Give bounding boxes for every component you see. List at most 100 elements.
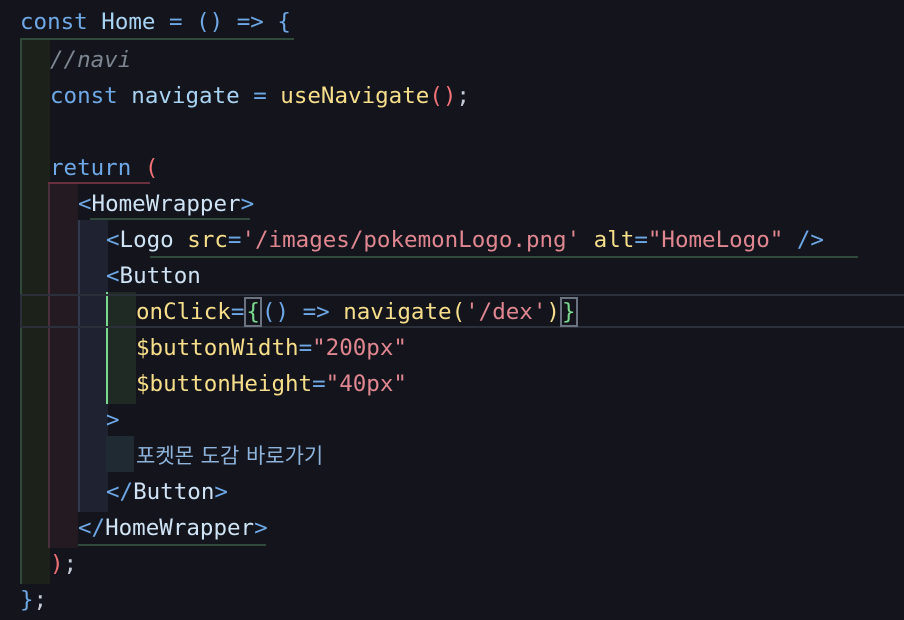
code-token: { xyxy=(277,9,291,35)
code-token: Button xyxy=(119,263,201,289)
code-token: </ xyxy=(78,515,106,541)
code-text: ); xyxy=(50,546,77,582)
code-token: </ xyxy=(106,479,134,505)
code-token: const xyxy=(50,83,118,109)
code-token: ( xyxy=(451,299,466,325)
code-token: ) xyxy=(50,551,64,577)
code-line-3[interactable]: const navigate = useNavigate(); xyxy=(0,78,904,114)
code-text: $buttonWidth="200px" xyxy=(136,330,407,366)
code-text: </Button> xyxy=(106,474,228,510)
code-token: > xyxy=(106,407,120,433)
code-token: HomeWrapper xyxy=(91,191,241,217)
code-token: () xyxy=(196,9,224,35)
code-token: src xyxy=(187,227,228,253)
code-line-16[interactable]: ); xyxy=(0,546,904,582)
code-token: "40px" xyxy=(325,371,407,397)
code-token: ) xyxy=(546,299,560,325)
code-text: <HomeWrapper> xyxy=(78,186,254,222)
code-token: '/dex' xyxy=(465,299,547,325)
code-line-2[interactable]: //navi xyxy=(0,42,904,78)
code-token: "200px" xyxy=(312,335,407,361)
code-token: "HomeLogo" xyxy=(647,227,784,253)
code-token: < xyxy=(106,227,120,253)
code-text: <Button xyxy=(106,258,201,294)
code-text: const Home = () => { xyxy=(20,4,291,40)
code-text: 포켓몬 도감 바로가기 xyxy=(136,438,323,474)
code-token: Home xyxy=(101,9,156,35)
code-token: navigate xyxy=(343,299,452,325)
code-token: ( xyxy=(144,155,159,181)
code-line-5[interactable]: return ( xyxy=(0,150,904,186)
code-token: useNavigate xyxy=(280,83,430,109)
code-text: //navi xyxy=(50,42,131,78)
code-text: return ( xyxy=(50,150,158,186)
code-token: alt xyxy=(593,227,635,253)
code-token: = xyxy=(253,83,267,109)
code-token: } xyxy=(20,587,34,613)
code-token: = xyxy=(169,9,183,35)
code-token: () xyxy=(261,299,290,325)
code-token: /> xyxy=(796,227,824,253)
code-token: = xyxy=(312,371,326,397)
code-text: <Logo src='/images/pokemonLogo.png' alt=… xyxy=(106,222,824,258)
code-token: 포켓몬 도감 바로가기 xyxy=(136,444,324,468)
code-token: HomeWrapper xyxy=(105,515,255,541)
code-token: Logo xyxy=(119,227,174,253)
code-token: ; xyxy=(63,551,78,577)
code-token: ; xyxy=(33,587,48,613)
code-token: navigate xyxy=(131,83,240,109)
code-text: const navigate = useNavigate(); xyxy=(50,78,470,114)
code-line-13[interactable]: 포켓몬 도감 바로가기 xyxy=(0,438,904,474)
code-line-11[interactable]: $buttonHeight="40px" xyxy=(0,366,904,402)
code-token: return xyxy=(50,155,132,181)
code-token: > xyxy=(254,515,268,541)
code-token: < xyxy=(106,263,120,289)
code-token: = xyxy=(634,227,648,253)
code-token: () xyxy=(429,83,457,109)
code-line-1[interactable]: const Home = () => { xyxy=(0,4,904,40)
code-token: => xyxy=(236,9,264,35)
code-text: > xyxy=(106,402,120,438)
code-line-8[interactable]: <Button xyxy=(0,258,904,294)
code-token: ; xyxy=(456,83,470,109)
code-token: = xyxy=(298,335,313,361)
code-line-7[interactable]: <Logo src='/images/pokemonLogo.png' alt=… xyxy=(0,222,904,258)
code-line-15[interactable]: </HomeWrapper> xyxy=(0,510,904,546)
code-token: > xyxy=(214,479,228,505)
code-line-14[interactable]: </Button> xyxy=(0,474,904,510)
code-text: onClick={() => navigate('/dex')} xyxy=(136,294,578,330)
code-token: = xyxy=(230,299,245,325)
code-line-10[interactable]: $buttonWidth="200px" xyxy=(0,330,904,366)
code-token: => xyxy=(302,299,330,325)
code-line-4[interactable] xyxy=(0,114,904,150)
code-line-6[interactable]: <HomeWrapper> xyxy=(0,186,904,222)
code-line-9[interactable]: onClick={() => navigate('/dex')} xyxy=(0,294,904,330)
code-line-17[interactable]: }; xyxy=(0,582,904,618)
code-text: </HomeWrapper> xyxy=(78,510,268,546)
code-token: > xyxy=(240,191,255,217)
code-token: = xyxy=(227,227,242,253)
code-token: < xyxy=(78,191,92,217)
code-token: } xyxy=(559,297,578,327)
code-token: //navi xyxy=(50,47,132,73)
code-token: onClick xyxy=(136,299,231,325)
code-token: $buttonHeight xyxy=(136,371,313,397)
code-line-12[interactable]: > xyxy=(0,402,904,438)
code-text: }; xyxy=(20,582,47,618)
code-editor[interactable]: const Home = () => { //navi const naviga… xyxy=(0,0,904,620)
code-token: $buttonWidth xyxy=(136,335,299,361)
